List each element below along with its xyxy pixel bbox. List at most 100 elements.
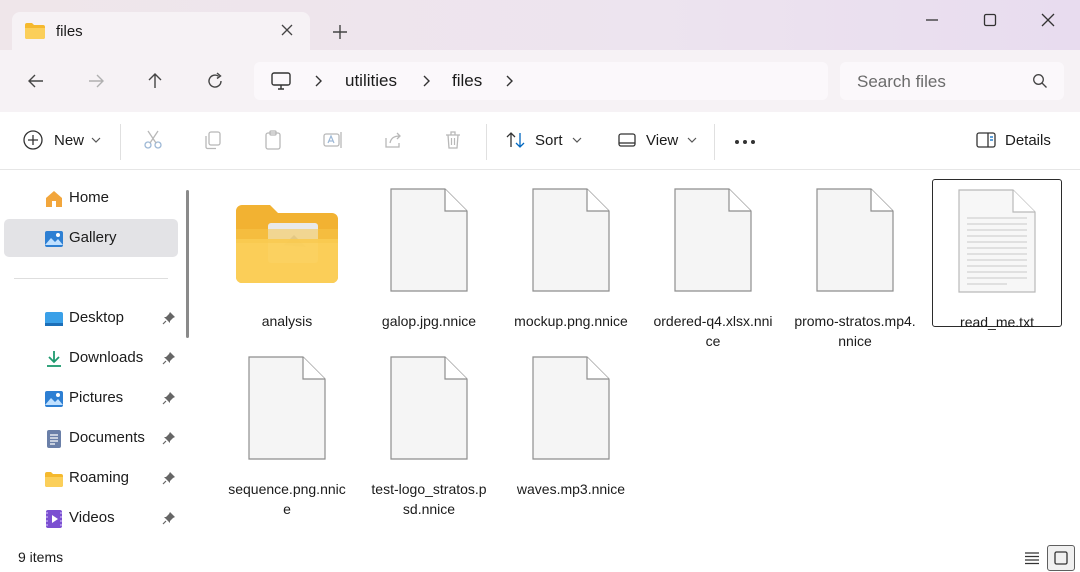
sidebar-item-gallery[interactable]: Gallery (4, 219, 178, 257)
navigation-bar: utilities files (0, 50, 1080, 112)
delete-icon[interactable] (442, 129, 464, 151)
sidebar-item-home[interactable]: Home (4, 179, 178, 217)
home-icon (44, 189, 64, 209)
breadcrumb-utilities[interactable]: utilities (345, 71, 397, 91)
sidebar-item-label: Documents (69, 429, 145, 446)
new-tab-icon[interactable] (330, 22, 350, 42)
this-pc-icon[interactable] (270, 71, 292, 94)
file-name: read_me.txt (960, 314, 1034, 330)
sidebar-item-documents[interactable]: Documents (4, 419, 178, 457)
sidebar-item-pictures[interactable]: Pictures (4, 379, 178, 417)
paste-icon[interactable] (262, 129, 284, 151)
chevron-right-icon[interactable] (420, 74, 432, 91)
sidebar-item-label: Home (69, 189, 110, 206)
pin-icon[interactable] (162, 351, 176, 368)
maximize-icon[interactable] (970, 8, 1010, 32)
sidebar-item-downloads[interactable]: Downloads (4, 339, 178, 377)
chevron-right-icon[interactable] (312, 74, 324, 91)
downloads-icon (44, 349, 64, 369)
sidebar-scrollbar[interactable] (186, 190, 189, 338)
sidebar-item-videos[interactable]: Videos (4, 499, 178, 537)
pin-icon[interactable] (162, 511, 176, 528)
pin-icon[interactable] (162, 311, 176, 328)
file-item[interactable]: test-logo_stratos.psd.nnice (364, 347, 494, 517)
file-item-selected[interactable]: read_me.txt (932, 179, 1062, 330)
refresh-icon[interactable] (203, 69, 227, 93)
rename-icon[interactable] (322, 129, 344, 151)
large-icons-view-icon[interactable] (1047, 545, 1075, 571)
view-button[interactable]: View (616, 129, 697, 151)
sidebar-item-desktop[interactable]: Desktop (4, 299, 178, 337)
view-label: View (646, 131, 679, 149)
file-item[interactable]: sequence.png.nnice (222, 347, 352, 517)
pin-icon[interactable] (162, 431, 176, 448)
folder-icon (24, 21, 46, 44)
new-button[interactable]: New (22, 129, 101, 151)
file-item[interactable]: galop.jpg.nnice (364, 179, 494, 329)
documents-icon (44, 429, 64, 449)
search-box[interactable] (840, 62, 1064, 100)
folder-icon (222, 187, 352, 297)
sidebar-item-label: Downloads (69, 349, 144, 366)
item-count: 9 items (18, 549, 64, 565)
navigation-pane: Home Gallery Desktop Downloads Pictures (0, 171, 190, 543)
cut-icon[interactable] (142, 129, 164, 151)
breadcrumb-files[interactable]: files (452, 71, 482, 91)
file-name: promo-stratos.mp4.nnice (794, 313, 916, 349)
toolbar-divider (120, 124, 121, 160)
sort-button[interactable]: Sort (505, 129, 582, 151)
toolbar-divider (714, 124, 715, 160)
chevron-right-icon[interactable] (503, 74, 515, 91)
plus-circle-icon (22, 129, 44, 151)
pin-icon[interactable] (162, 471, 176, 488)
new-label: New (54, 131, 85, 149)
close-window-icon[interactable] (1028, 8, 1068, 32)
details-button[interactable]: Details (975, 129, 1051, 151)
close-tab-icon[interactable] (278, 21, 296, 39)
share-icon[interactable] (382, 129, 404, 151)
file-item[interactable]: waves.mp3.nnice (506, 347, 636, 497)
chevron-down-icon (687, 136, 697, 144)
file-name: ordered-q4.xlsx.nnice (653, 313, 773, 349)
sidebar-item-label: Desktop (69, 309, 125, 326)
sidebar-item-label: Gallery (69, 229, 117, 246)
address-bar[interactable]: utilities files (254, 62, 828, 100)
up-arrow-icon[interactable] (143, 69, 167, 93)
text-file-icon (933, 188, 1061, 298)
generic-file-icon (506, 187, 636, 297)
file-item[interactable]: ordered-q4.xlsx.nnice (648, 179, 778, 349)
folder-item-analysis[interactable]: analysis (222, 179, 352, 329)
sort-icon (505, 129, 527, 151)
copy-icon[interactable] (202, 129, 224, 151)
forward-arrow-icon[interactable] (84, 69, 108, 93)
sidebar-item-label: Videos (69, 509, 115, 526)
status-bar: 9 items (0, 543, 1080, 572)
gallery-icon (44, 229, 64, 249)
chevron-down-icon (91, 136, 101, 144)
file-name: test-logo_stratos.psd.nnice (371, 481, 487, 517)
file-list: analysis galop.jpg.nnice mockup.png.nnic… (200, 171, 1080, 543)
sidebar-divider (14, 278, 168, 279)
file-item[interactable]: promo-stratos.mp4.nnice (790, 179, 920, 349)
generic-file-icon (364, 187, 494, 297)
file-name: analysis (261, 313, 313, 329)
file-name: waves.mp3.nnice (516, 481, 626, 497)
pictures-icon (44, 389, 64, 409)
desktop-icon (44, 309, 64, 329)
minimize-icon[interactable] (912, 8, 952, 32)
tab-files[interactable]: files (12, 12, 310, 50)
pin-icon[interactable] (162, 391, 176, 408)
sidebar-item-roaming[interactable]: Roaming (4, 459, 178, 497)
generic-file-icon (506, 355, 636, 465)
details-pane-icon (975, 129, 997, 151)
toolbar-divider (486, 124, 487, 160)
file-item[interactable]: mockup.png.nnice (506, 179, 636, 329)
view-icon (616, 129, 638, 151)
file-name: galop.jpg.nnice (381, 313, 477, 329)
search-input[interactable] (857, 71, 1027, 93)
search-icon[interactable] (1032, 73, 1048, 92)
more-options-icon[interactable] (734, 132, 756, 152)
folder-icon (44, 469, 64, 489)
details-view-icon[interactable] (1018, 545, 1046, 571)
back-arrow-icon[interactable] (24, 69, 48, 93)
